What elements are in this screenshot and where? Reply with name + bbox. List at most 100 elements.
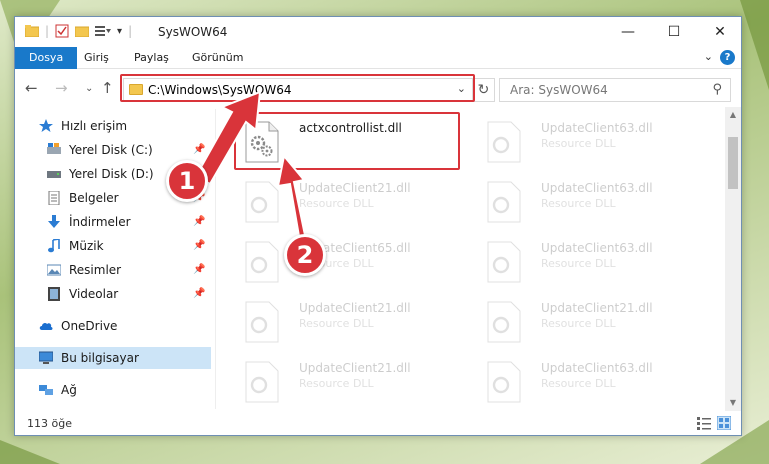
dll-file-icon xyxy=(245,361,279,403)
file-type: Resource DLL xyxy=(299,377,374,390)
maximize-button[interactable]: ☐ xyxy=(651,17,697,47)
folder-icon xyxy=(25,25,39,37)
large-icons-view-icon[interactable] xyxy=(717,416,731,430)
file-name: UpdateClient21.dll xyxy=(541,301,653,315)
dll-file-icon xyxy=(487,121,521,163)
properties-icon[interactable] xyxy=(55,24,69,38)
forward-arrow-icon[interactable]: → xyxy=(55,79,68,97)
file-name: UpdateClient21.dll xyxy=(299,301,411,315)
file-type: Resource DLL xyxy=(541,317,616,330)
item-count: 113 öğe xyxy=(27,417,72,430)
sidebar-item-pictures[interactable]: Resimler 📌 xyxy=(15,259,211,281)
pin-icon[interactable]: 📌 xyxy=(193,235,205,257)
file-name: UpdateClient63.dll xyxy=(541,241,653,255)
sidebar-item-onedrive[interactable]: OneDrive xyxy=(15,315,211,337)
dll-file-icon xyxy=(487,361,521,403)
window-title: SysWOW64 xyxy=(158,25,228,39)
dll-file-icon xyxy=(245,301,279,343)
sidebar-item-music[interactable]: Müzik 📌 xyxy=(15,235,211,257)
expand-ribbon-icon[interactable]: ⌄ xyxy=(704,50,713,63)
recent-locations-icon[interactable]: ⌄ xyxy=(85,83,93,94)
file-name: UpdateClient63.dll xyxy=(541,181,653,195)
file-item[interactable]: UpdateClient63.dll Resource DLL xyxy=(479,115,709,167)
dll-file-icon xyxy=(245,241,279,283)
scroll-down-icon[interactable]: ▼ xyxy=(725,395,741,411)
tab-file[interactable]: Dosya xyxy=(15,47,78,69)
refresh-button[interactable]: ↻ xyxy=(473,78,495,102)
address-bar[interactable]: C:\Windows\SysWOW64 ⌄ xyxy=(123,78,473,102)
sidebar-item-quick-access[interactable]: Hızlı erişim xyxy=(15,115,211,137)
drive-icon xyxy=(47,143,61,154)
dll-file-icon xyxy=(245,181,279,223)
file-item[interactable]: UpdateClient63.dll Resource DLL xyxy=(479,175,709,227)
search-input[interactable]: Ara: SysWOW64 ⚲ xyxy=(499,78,731,102)
back-arrow-icon[interactable]: ← xyxy=(25,79,38,97)
file-item[interactable]: UpdateClient63.dll Resource DLL xyxy=(479,355,709,407)
title-bar: | ▾ | SysWOW64 — ☐ ✕ xyxy=(15,17,741,47)
sidebar-item-local-disk-c[interactable]: Yerel Disk (C:) 📌 xyxy=(15,139,211,161)
search-icon: ⚲ xyxy=(712,82,722,97)
file-type: Resource DLL xyxy=(541,197,616,210)
file-type: Resource DLL xyxy=(541,137,616,150)
folder-icon xyxy=(129,84,143,95)
tab-view[interactable]: Görünüm xyxy=(183,47,252,69)
vertical-scrollbar[interactable]: ▲ ▼ xyxy=(725,107,741,411)
quick-access-toolbar: | ▾ | xyxy=(25,24,132,38)
search-placeholder: Ara: SysWOW64 xyxy=(510,83,608,97)
address-path[interactable]: C:\Windows\SysWOW64 xyxy=(148,83,292,97)
explorer-window: | ▾ | SysWOW64 — ☐ ✕ Dosya Giriş Paylaş … xyxy=(14,16,742,436)
help-icon[interactable]: ? xyxy=(720,50,735,65)
download-icon xyxy=(48,215,60,228)
toolbar-dropdown-icon[interactable]: ▾ xyxy=(117,26,122,37)
customize-view-icon[interactable] xyxy=(95,25,112,37)
file-item[interactable]: UpdateClient21.dll Resource DLL xyxy=(479,295,709,347)
step-2-badge: 2 xyxy=(284,234,326,276)
music-note-icon xyxy=(48,239,60,253)
file-name: UpdateClient63.dll xyxy=(541,361,653,375)
pin-icon[interactable]: 📌 xyxy=(193,259,205,281)
new-folder-icon[interactable] xyxy=(75,25,90,37)
drive-icon xyxy=(47,171,61,178)
file-type: Resource DLL xyxy=(541,257,616,270)
toolbar-separator: | xyxy=(45,24,50,38)
dll-file-icon xyxy=(487,181,521,223)
tab-home[interactable]: Giriş xyxy=(75,47,118,69)
video-icon xyxy=(48,287,60,301)
file-item[interactable]: UpdateClient21.dll Resource DLL xyxy=(237,355,467,407)
file-name: UpdateClient63.dll xyxy=(541,121,653,135)
chevron-down-icon[interactable]: ⌄ xyxy=(457,82,466,95)
details-view-icon[interactable] xyxy=(697,416,711,430)
dll-file-icon xyxy=(487,301,521,343)
sidebar-item-videos[interactable]: Videolar 📌 xyxy=(15,283,211,305)
file-item[interactable]: UpdateClient21.dll Resource DLL xyxy=(237,295,467,347)
file-name: actxcontrollist.dll xyxy=(299,121,402,135)
close-button[interactable]: ✕ xyxy=(697,17,743,47)
file-type: Resource DLL xyxy=(299,197,374,210)
scroll-up-icon[interactable]: ▲ xyxy=(725,107,741,123)
pin-icon[interactable]: 📌 xyxy=(193,283,205,305)
computer-icon xyxy=(39,351,53,364)
ribbon-tabs: Dosya Giriş Paylaş Görünüm ⌄ ? xyxy=(15,47,741,69)
file-type: Resource DLL xyxy=(541,377,616,390)
file-item[interactable]: UpdateClient21.dll Resource DLL xyxy=(237,175,467,227)
status-bar: 113 öğe xyxy=(15,411,741,435)
network-icon xyxy=(39,385,53,395)
pin-icon[interactable]: 📌 xyxy=(193,211,205,233)
file-item-highlighted[interactable]: actxcontrollist.dll xyxy=(237,115,467,167)
navigation-pane: Hızlı erişim Yerel Disk (C:) 📌 Yerel Dis… xyxy=(15,107,211,411)
cloud-icon xyxy=(39,322,53,330)
scrollbar-thumb[interactable] xyxy=(728,137,738,189)
file-type: Resource DLL xyxy=(299,317,374,330)
up-arrow-icon[interactable]: ↑ xyxy=(101,79,114,97)
sidebar-item-network[interactable]: Ağ xyxy=(15,379,211,401)
sidebar-item-downloads[interactable]: İndirmeler 📌 xyxy=(15,211,211,233)
address-row: ← → ⌄ ↑ C:\Windows\SysWOW64 ⌄ ↻ Ara: Sys… xyxy=(15,69,741,107)
sidebar-item-this-pc[interactable]: Bu bilgisayar xyxy=(15,347,211,369)
minimize-button[interactable]: — xyxy=(605,17,651,47)
tab-share[interactable]: Paylaş xyxy=(125,47,178,69)
pane-divider xyxy=(215,109,216,409)
file-item[interactable]: UpdateClient63.dll Resource DLL xyxy=(479,235,709,287)
file-item[interactable]: UpdateClient65.dll Resource DLL xyxy=(237,235,467,287)
pin-icon[interactable]: 📌 xyxy=(193,139,205,161)
file-name: UpdateClient21.dll xyxy=(299,361,411,375)
